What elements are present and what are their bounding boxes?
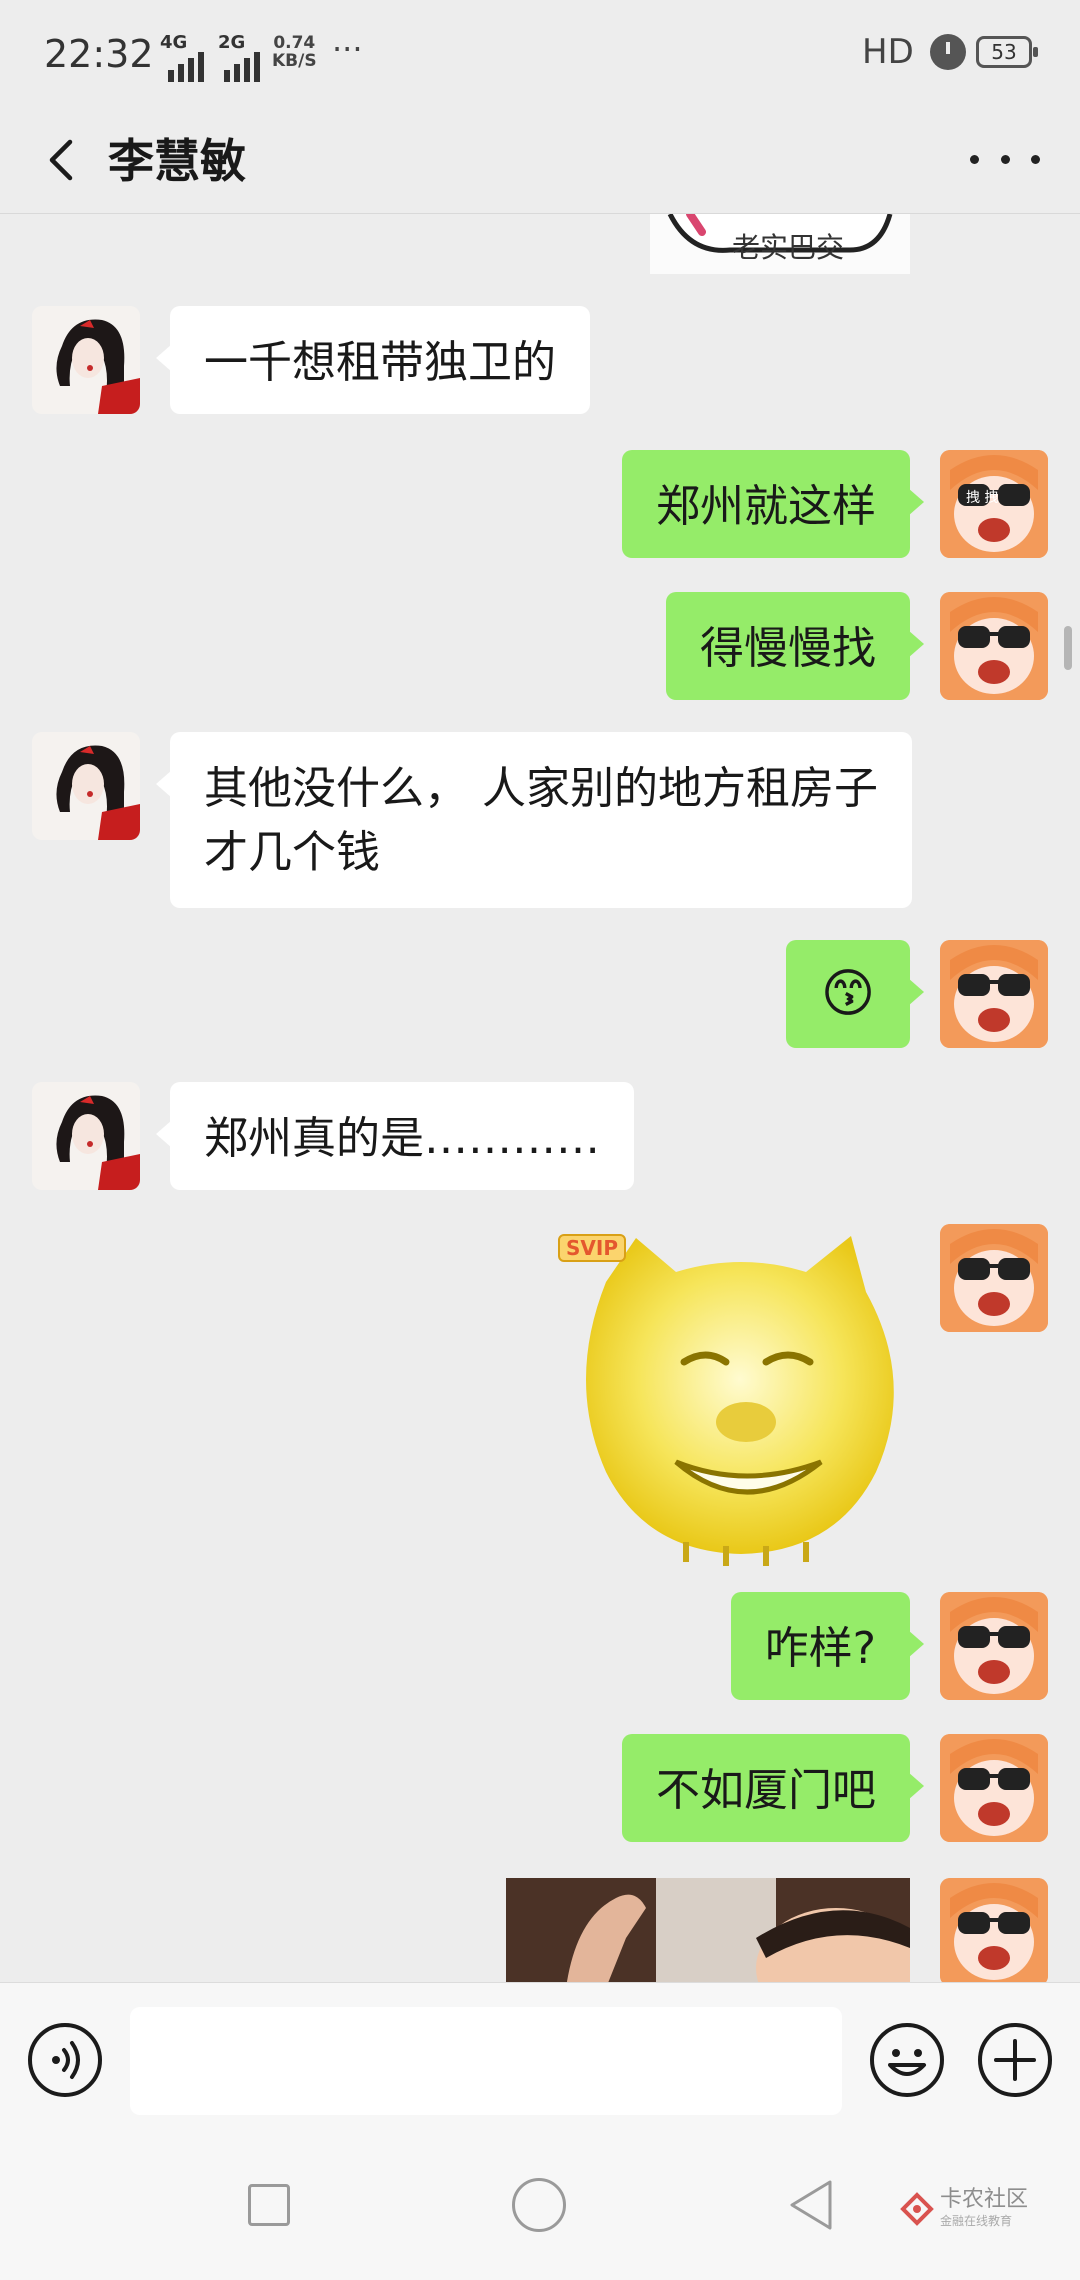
pig-sticker-message[interactable]: SVIP xyxy=(558,1222,916,1572)
message-bubble-outgoing[interactable]: 😙 xyxy=(786,940,924,1048)
voice-input-button[interactable] xyxy=(28,2023,102,2097)
self-avatar[interactable] xyxy=(940,1734,1048,1842)
more-options-icon[interactable] xyxy=(970,134,1040,184)
sticker-caption: 老实巴交 xyxy=(732,231,845,264)
watermark-subtitle: 金融在线教育 xyxy=(940,2214,1013,2228)
back-arrow-icon[interactable] xyxy=(36,132,92,188)
watermark-title: 卡农社区 xyxy=(940,2187,1029,2212)
status-bar: 22:32 4G 2G 0.74 KB/S ··· HD 53 xyxy=(0,0,1080,108)
message-list[interactable]: 老实巴交 一千想租带独卫的 郑州就这样 拽 拽 得慢慢找 其他没什么， 人家别的… xyxy=(0,214,1080,1982)
kiss-emoji-icon: 😙 xyxy=(820,964,876,1024)
speed-value: 0.74 xyxy=(273,33,316,53)
more-notifications-icon: ··· xyxy=(332,30,363,68)
photo-thumbnail-icon xyxy=(506,1878,910,1982)
self-avatar[interactable] xyxy=(940,1592,1048,1700)
home-button[interactable] xyxy=(512,2178,566,2232)
anime-avatar-icon xyxy=(940,1878,1048,1982)
speed-unit: KB/S xyxy=(272,51,317,71)
contact-avatar[interactable] xyxy=(32,1082,140,1190)
girl-avatar-icon xyxy=(32,306,140,414)
message-input[interactable] xyxy=(130,2007,842,2115)
chat-input-bar xyxy=(0,1982,1080,2132)
watermark-logo-icon xyxy=(900,2191,934,2226)
system-navigation-bar: 卡农社区 金融在线教育 xyxy=(0,2132,1080,2280)
self-avatar[interactable] xyxy=(940,940,1048,1048)
contact-avatar[interactable] xyxy=(32,306,140,414)
emoji-button[interactable] xyxy=(870,2023,944,2097)
image-message[interactable] xyxy=(506,1878,910,1982)
scrollbar-thumb[interactable] xyxy=(1064,626,1072,670)
smiley-icon xyxy=(888,2049,926,2076)
message-bubble-outgoing[interactable]: 得慢慢找 xyxy=(666,592,924,700)
voice-wave-icon xyxy=(52,2041,80,2079)
alarm-icon xyxy=(930,34,966,70)
anime-avatar-icon xyxy=(940,1592,1048,1700)
status-time: 22:32 xyxy=(44,32,154,76)
message-bubble-incoming[interactable]: 郑州真的是………… xyxy=(156,1082,634,1190)
self-avatar[interactable] xyxy=(940,1224,1048,1332)
self-avatar[interactable] xyxy=(940,592,1048,700)
message-bubble-outgoing[interactable]: 咋样? xyxy=(730,1592,925,1700)
message-bubble-incoming[interactable]: 其他没什么， 人家别的地方租房子才几个钱 xyxy=(156,732,912,908)
more-functions-button[interactable] xyxy=(978,2023,1052,2097)
svip-badge: SVIP xyxy=(558,1234,626,1262)
battery-icon: 53 xyxy=(976,36,1038,68)
message-bubble-outgoing[interactable]: 不如厦门吧 xyxy=(622,1734,924,1842)
anime-avatar-icon xyxy=(940,592,1048,700)
nav-back-button[interactable] xyxy=(786,2178,836,2232)
signal-bars-2-icon xyxy=(224,48,260,82)
contact-avatar[interactable] xyxy=(32,732,140,840)
message-bubble-outgoing[interactable]: 郑州就这样 xyxy=(622,450,924,558)
anime-avatar-icon xyxy=(940,1224,1048,1332)
girl-avatar-icon xyxy=(32,732,140,840)
chat-header: 李慧敏 xyxy=(0,108,1080,214)
self-avatar[interactable] xyxy=(940,1878,1048,1982)
self-avatar[interactable]: 拽 拽 xyxy=(940,450,1048,558)
pig-face-sticker-icon xyxy=(586,1236,894,1566)
anime-avatar-icon: 拽 拽 xyxy=(940,450,1048,558)
message-bubble-incoming[interactable]: 一千想租带独卫的 xyxy=(156,306,590,414)
girl-avatar-icon xyxy=(32,1082,140,1190)
sticker-message[interactable]: 老实巴交 xyxy=(650,214,910,274)
anime-avatar-icon xyxy=(940,1734,1048,1842)
signal-bars-icon xyxy=(168,48,204,82)
anime-avatar-icon xyxy=(940,940,1048,1048)
recent-apps-button[interactable] xyxy=(248,2184,290,2226)
watermark-logo: 卡农社区 金融在线教育 xyxy=(900,2188,1028,2229)
avatar-caption: 拽 拽 xyxy=(966,490,998,506)
network-speed: 0.74 KB/S xyxy=(272,34,317,70)
hd-label: HD xyxy=(862,32,914,72)
chat-title: 李慧敏 xyxy=(108,134,246,188)
plus-icon xyxy=(994,2039,1036,2081)
